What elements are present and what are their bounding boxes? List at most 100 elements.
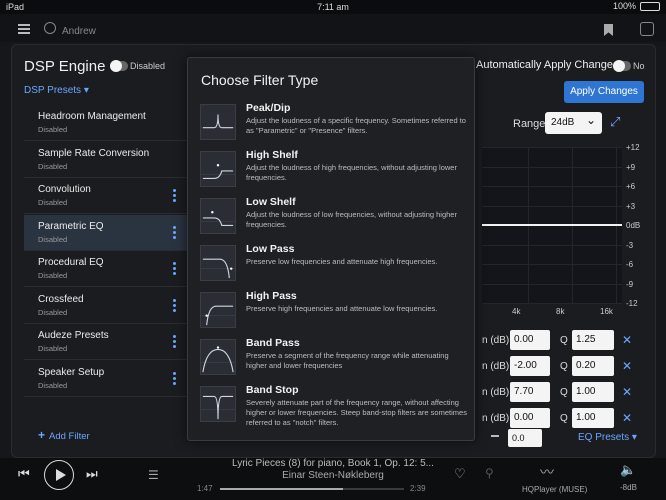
eq-response-curve	[482, 224, 622, 226]
auto-apply-value: No	[633, 61, 645, 71]
sidebar-item-status: Disabled	[38, 271, 68, 280]
db-tick-label: -12	[626, 299, 638, 308]
more-options-icon[interactable]	[173, 262, 176, 277]
q-label: Q	[560, 361, 568, 372]
q-label: Q	[560, 335, 568, 346]
filter-option-high-pass[interactable]: High Pass Preserve high frequencies and a…	[200, 290, 468, 334]
db-tick-label: +12	[626, 143, 640, 152]
preamp-slider[interactable]	[491, 435, 499, 437]
user-name[interactable]: Andrew	[62, 26, 96, 37]
graph-gridline	[482, 205, 622, 207]
filter-option-low-shelf[interactable]: Low Shelf Adjust the loudness of low freq…	[200, 196, 468, 240]
dialog-title: Choose Filter Type	[201, 72, 319, 88]
dsp-presets-label: DSP Presets	[24, 85, 82, 96]
high-pass-icon	[200, 292, 236, 328]
db-tick-label: -9	[626, 279, 634, 289]
waveform-icon[interactable]: 〰	[540, 462, 554, 482]
more-options-icon[interactable]	[173, 225, 176, 241]
filter-option-peak-dip[interactable]: Peak/Dip Adjust the loudness of a specifi…	[200, 102, 468, 146]
sidebar-item-title: Speaker Setup	[38, 366, 105, 378]
dsp-presets-dropdown[interactable]: DSP Presets ▾	[24, 85, 89, 96]
db-tick-label: +6	[626, 182, 636, 191]
gain-input[interactable]: 0.00	[510, 330, 550, 350]
sidebar-item[interactable]: Convolution Disabled	[24, 178, 194, 214]
sidebar-item[interactable]: Speaker Setup Disabled	[24, 361, 194, 397]
sidebar-item-title: Procedural EQ	[38, 257, 104, 268]
range-label: Range:	[513, 118, 549, 130]
filter-option-name: High Shelf	[246, 149, 298, 161]
filter-option-low-pass[interactable]: Low Pass Preserve low frequencies and att…	[200, 243, 468, 287]
q-input[interactable]: 1.00	[572, 408, 614, 428]
db-tick-label: +3	[626, 201, 636, 211]
sidebar-item-status: Disabled	[38, 234, 68, 244]
app-root: iPad 7:11 am 100% Andrew DSP Engine Disa…	[0, 0, 666, 500]
auto-apply-toggle[interactable]	[613, 60, 631, 72]
gain-label: n (dB)	[482, 413, 510, 424]
remove-band-icon[interactable]: ✕	[622, 333, 632, 347]
sidebar-item-title: Crossfeed	[38, 293, 84, 305]
volume-icon[interactable]: 🔈	[620, 462, 636, 478]
remove-band-icon[interactable]: ✕	[622, 411, 632, 425]
gain-input[interactable]: -2.00	[510, 356, 550, 376]
sidebar-item[interactable]: Procedural EQ Disabled	[24, 251, 194, 287]
graph-gridline	[482, 244, 622, 246]
menu-icon[interactable]	[18, 24, 30, 34]
sidebar-item-status: Disabled	[38, 161, 68, 171]
filter-option-high-shelf[interactable]: High Shelf Adjust the loudness of high fr…	[200, 149, 468, 193]
more-options-icon[interactable]	[173, 371, 176, 387]
q-input[interactable]: 1.00	[572, 382, 614, 402]
gain-input[interactable]: 7.70	[510, 382, 550, 402]
low-pass-icon	[200, 245, 236, 281]
window-icon[interactable]	[640, 22, 654, 36]
filter-option-description: Preserve low frequencies and attenuate h…	[246, 257, 438, 266]
eq-band-row: n (dB) 0.00 Q 1.25 ✕	[482, 330, 655, 352]
graph-gridline	[482, 186, 622, 187]
apply-changes-button[interactable]: Apply Changes	[564, 81, 644, 103]
filter-option-description: Preserve high frequencies and attenuate …	[246, 304, 438, 313]
pin-icon[interactable]: ⚲	[485, 466, 494, 480]
progress-bar[interactable]	[220, 488, 404, 490]
more-options-icon[interactable]	[173, 298, 176, 314]
remove-band-icon[interactable]: ✕	[622, 385, 632, 399]
eq-presets-dropdown[interactable]: EQ Presets ▾	[578, 432, 637, 443]
dsp-enable-toggle[interactable]	[110, 60, 128, 72]
track-title[interactable]: Lyric Pieces (8) for piano, Book 1, Op. …	[0, 458, 666, 469]
filter-option-name: Band Stop	[246, 384, 299, 396]
filter-option-band-pass[interactable]: Band Pass Preserve a segment of the frequ…	[200, 337, 468, 381]
status-bar: iPad 7:11 am 100%	[0, 0, 666, 14]
sidebar-item-title: Headroom Management	[38, 111, 146, 122]
remove-band-icon[interactable]: ✕	[622, 359, 632, 373]
q-input[interactable]: 0.20	[572, 356, 614, 376]
q-input[interactable]: 1.25	[572, 330, 614, 350]
graph-gridline	[482, 147, 622, 148]
sidebar-item[interactable]: Crossfeed Disabled	[24, 288, 194, 324]
eq-graph	[482, 147, 622, 304]
filter-option-description: Severely attenuate part of the frequency…	[246, 398, 467, 427]
user-icon[interactable]	[44, 22, 56, 34]
db-tick-label: -3	[626, 240, 634, 250]
eq-presets-label: EQ Presets	[578, 432, 630, 443]
filter-option-description: Adjust the loudness of high frequencies,…	[246, 163, 457, 182]
high-shelf-icon	[200, 151, 236, 187]
battery-percent: 100%	[612, 1, 636, 11]
sidebar-item-status: Disabled	[38, 307, 68, 317]
sidebar-item[interactable]: Headroom Management Disabled	[24, 105, 194, 141]
preamp-input[interactable]: 0.0	[508, 429, 542, 447]
more-options-icon[interactable]	[173, 189, 176, 204]
add-filter-button[interactable]: + Add Filter	[38, 428, 90, 442]
clock: 7:11 am	[317, 2, 349, 12]
expand-icon[interactable]: ⤢	[610, 115, 624, 129]
sidebar-item[interactable]: Parametric EQ Disabled	[24, 214, 194, 251]
dsp-sidebar: Headroom Management Disabled Sample Rate C…	[24, 105, 194, 435]
track-artist[interactable]: Einar Steen-Nøkleberg	[0, 470, 666, 481]
sidebar-item-title: Convolution	[38, 184, 91, 195]
more-options-icon[interactable]	[173, 335, 176, 350]
sidebar-item[interactable]: Sample Rate Conversion Disabled	[24, 142, 194, 178]
battery-icon	[640, 1, 660, 11]
range-select[interactable]: 24dB	[545, 109, 602, 134]
output-zone-label[interactable]: HQPlayer (MUSE)	[522, 485, 587, 494]
sidebar-item[interactable]: Audeze Presets Disabled	[24, 324, 194, 360]
filter-option-band-stop[interactable]: Band Stop Severely attenuate part of the …	[200, 384, 468, 428]
heart-icon[interactable]: ♡	[454, 466, 466, 482]
gain-input[interactable]: 0.00	[510, 408, 550, 428]
